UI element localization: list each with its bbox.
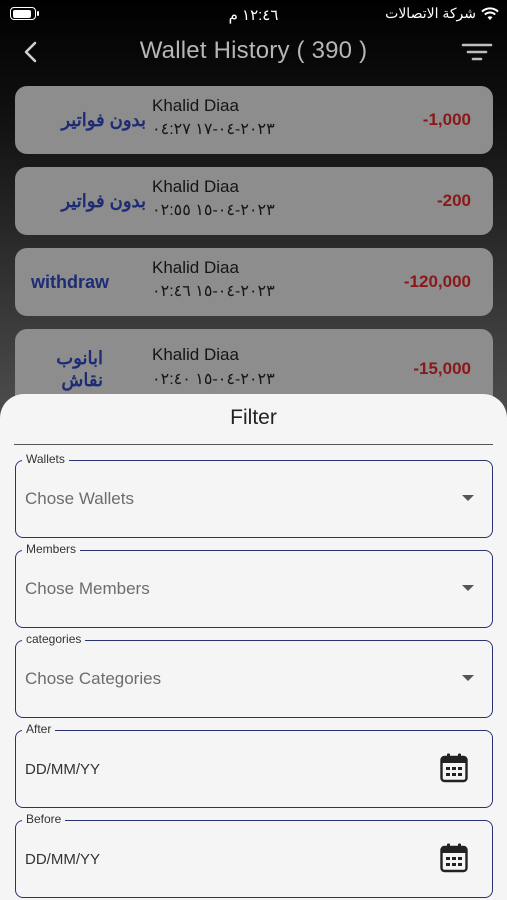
- calendar-icon[interactable]: [440, 843, 468, 873]
- members-dropdown[interactable]: Members Chose Members: [15, 542, 493, 628]
- categories-dropdown[interactable]: categories Chose Categories: [15, 632, 493, 718]
- wifi-icon: [481, 6, 499, 20]
- transaction-date: ٢٠٢٣-٠٤-١٥ ٠٢:٤٠: [152, 371, 275, 388]
- transaction-member: Khalid Diaa: [152, 258, 239, 277]
- dropdown-arrow-icon: [462, 495, 474, 501]
- transaction-date: ٢٠٢٣-٠٤-١٧ ٠٤:٢٧: [152, 121, 275, 138]
- transaction-amount: -1,000: [422, 110, 471, 129]
- filter-title: Filter: [230, 406, 277, 429]
- status-bar: ١٢:٤٦ م شركة الاتصالات: [0, 0, 507, 30]
- before-date-placeholder: DD/MM/YY: [25, 850, 100, 868]
- dropdown-arrow-icon: [462, 675, 474, 681]
- transaction-amount: -200: [436, 191, 471, 210]
- transaction-member: Khalid Diaa: [152, 177, 239, 196]
- wallet-history-screen: ١٢:٤٦ م شركة الاتصالات Wallet History ( …: [0, 0, 507, 900]
- transaction-category: withdraw: [31, 272, 110, 292]
- wallets-dropdown[interactable]: Wallets Chose Wallets: [15, 452, 493, 538]
- transaction-amount: -120,000: [403, 272, 471, 291]
- dropdown-arrow-icon: [462, 585, 474, 591]
- filter-icon[interactable]: [461, 38, 493, 66]
- transaction-member: Khalid Diaa: [152, 96, 239, 115]
- wallets-placeholder: Chose Wallets: [25, 489, 134, 508]
- categories-placeholder: Chose Categories: [25, 669, 162, 688]
- transaction-card[interactable]: بدون فواتير Khalid Diaa ٢٠٢٣-٠٤-١٧ ٠٤:٢٧…: [15, 86, 493, 154]
- filter-divider: [14, 444, 493, 445]
- calendar-icon[interactable]: [440, 753, 468, 783]
- after-date-field[interactable]: After DD/MM/YY: [15, 722, 493, 808]
- transaction-category: بدون فواتير: [61, 110, 146, 130]
- transaction-card[interactable]: بدون فواتير Khalid Diaa ٢٠٢٣-٠٤-١٥ ٠٢:٥٥…: [15, 167, 493, 235]
- transaction-card[interactable]: withdraw Khalid Diaa ٢٠٢٣-٠٤-١٥ ٠٢:٤٦ -1…: [15, 248, 493, 316]
- status-right: شركة الاتصالات: [385, 5, 499, 22]
- after-date-placeholder: DD/MM/YY: [25, 760, 100, 778]
- transaction-category: بدون فواتير: [61, 191, 146, 211]
- app-bar: Wallet History ( 390 ): [0, 30, 507, 74]
- transaction-date: ٢٠٢٣-٠٤-١٥ ٠٢:٤٦: [152, 283, 275, 300]
- carrier-name: شركة الاتصالات: [385, 5, 476, 21]
- before-date-field[interactable]: Before DD/MM/YY: [15, 812, 493, 898]
- transaction-date: ٢٠٢٣-٠٤-١٥ ٠٢:٥٥: [152, 202, 275, 219]
- members-placeholder: Chose Members: [25, 579, 150, 598]
- transaction-member: Khalid Diaa: [152, 345, 239, 364]
- page-title: Wallet History ( 390 ): [139, 37, 368, 64]
- filter-sheet: Filter Wallets Chose Wallets Members Cho…: [0, 394, 507, 900]
